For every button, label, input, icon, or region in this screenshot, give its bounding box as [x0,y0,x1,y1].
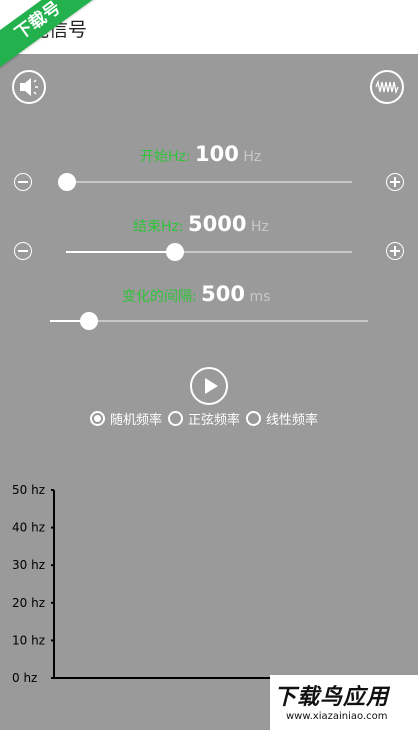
radio-linear-frequency[interactable]: 线性频率 [246,409,318,428]
radio-label-linear: 线性频率 [266,413,319,428]
end-hz-plus-button[interactable] [386,242,404,260]
end-hz-caption: 结束Hz: [133,219,184,235]
end-hz-fill [66,251,175,253]
end-hz-label: 结束Hz: 5000 Hz [133,212,269,236]
start-hz-thumb[interactable] [58,173,76,191]
radio-indicator [168,411,184,426]
interval-slider[interactable] [50,312,368,330]
start-hz-value: 100 [195,142,239,166]
y-tick-label: 50 hz [12,483,45,497]
waveform-icon [375,79,399,95]
waveform-button[interactable] [370,70,404,104]
radio-sine-frequency[interactable]: 正弦频率 [168,409,240,428]
y-tick-label: 10 hz [12,633,45,647]
y-tick-label: 30 hz [12,558,45,572]
start-hz-minus-button[interactable] [14,173,32,191]
interval-value: 500 [201,282,246,306]
start-hz-unit: Hz [243,149,262,165]
end-hz-value: 5000 [188,212,247,236]
radio-label-random: 随机频率 [110,413,163,428]
play-button[interactable] [190,367,228,405]
start-hz-label: 开始Hz: 100 Hz [140,142,261,166]
site-logo: 下载鸟应用 www.xiazainiao.com [270,675,418,730]
speaker-icon [20,78,38,96]
logo-main-text: 下载鸟应用 [274,685,390,710]
interval-label: 变化的间隔: 500 ms [122,282,270,306]
y-tick-label: 40 hz [12,521,45,535]
interval-unit: ms [249,289,271,305]
interval-caption: 变化的间隔: [122,289,197,305]
frequency-mode-group: 随机频率 正弦频率 线性频率 [90,409,318,428]
end-hz-thumb[interactable] [166,243,184,261]
end-hz-minus-button[interactable] [14,242,32,260]
end-hz-unit: Hz [250,219,269,235]
y-tick-label: 0 hz [12,671,37,685]
start-hz-slider[interactable] [58,173,352,191]
frequency-chart: 50 hz 40 hz 30 hz 20 hz 10 hz 0 hz [12,483,418,685]
start-hz-caption: 开始Hz: [140,149,191,165]
radio-random-frequency[interactable]: 随机频率 [90,409,162,428]
radio-label-sine: 正弦频率 [188,413,241,428]
end-hz-slider[interactable] [66,243,352,261]
y-tick-label: 20 hz [12,596,45,610]
radio-indicator [246,411,262,426]
logo-url-text: www.xiazainiao.com [286,711,388,722]
interval-thumb[interactable] [80,312,98,330]
speaker-button[interactable] [12,70,46,104]
start-hz-plus-button[interactable] [386,173,404,191]
radio-indicator-selected [90,411,105,426]
